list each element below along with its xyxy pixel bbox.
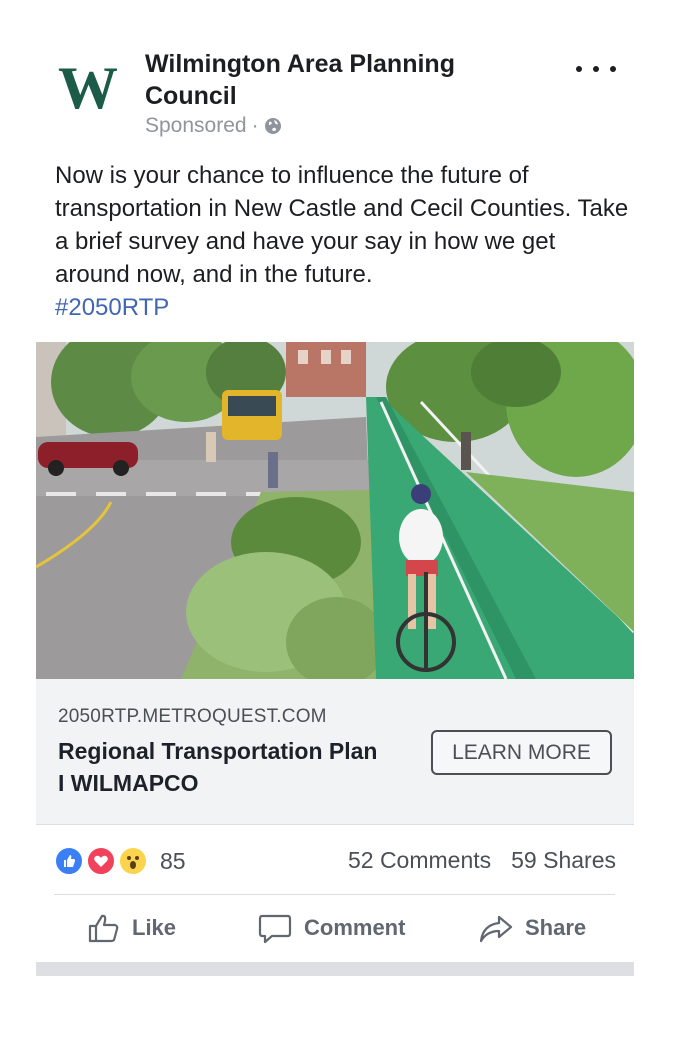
hashtag-link[interactable]: #2050RTP xyxy=(55,291,630,324)
globe-icon xyxy=(264,118,281,134)
link-title[interactable]: Regional Transportation Plan I WILMAPCO xyxy=(58,735,388,799)
share-arrow-icon xyxy=(479,915,513,943)
divider xyxy=(54,894,615,895)
like-reaction-icon xyxy=(54,846,84,876)
more-dot-icon xyxy=(593,66,599,72)
meta-separator: · xyxy=(251,114,259,137)
comment-label: Comment xyxy=(304,915,406,940)
more-dot-icon xyxy=(610,66,616,72)
comment-bubble-icon xyxy=(258,914,292,944)
post-action-bar: Like Comment Share xyxy=(36,905,634,951)
comment-button[interactable]: Comment xyxy=(258,905,405,951)
share-button[interactable]: Share xyxy=(479,905,586,951)
engagement-counts: 52 Comments 59 Shares xyxy=(348,847,616,874)
page-name-link[interactable]: Wilmington Area Planning Council xyxy=(145,48,525,112)
love-reaction-icon xyxy=(86,846,116,876)
like-label: Like xyxy=(132,915,177,940)
more-dot-icon xyxy=(576,66,582,72)
link-domain: 2050RTP.METROQUEST.COM xyxy=(58,706,327,727)
reactions-summary[interactable]: 85 xyxy=(54,845,186,877)
logo-letter: W xyxy=(58,62,118,114)
wow-reaction-icon xyxy=(118,846,148,876)
sponsored-label[interactable]: Sponsored xyxy=(145,114,247,138)
thumbs-up-icon xyxy=(88,914,119,943)
post-body: Now is your chance to influence the futu… xyxy=(55,159,630,324)
post-bottom-border xyxy=(36,962,634,976)
link-preview-card[interactable]: 2050RTP.METROQUEST.COM Regional Transpor… xyxy=(36,679,634,825)
learn-more-button[interactable]: LEARN MORE xyxy=(431,730,612,775)
page-logo[interactable]: W xyxy=(58,55,128,121)
post-image[interactable] xyxy=(36,342,634,679)
comments-count-link[interactable]: 52 Comments xyxy=(348,847,491,874)
shares-count-link[interactable]: 59 Shares xyxy=(511,847,616,874)
more-options-button[interactable] xyxy=(576,58,616,80)
post-meta: Sponsored · xyxy=(145,114,282,138)
sponsored-post: W Wilmington Area Planning Council Spons… xyxy=(0,0,679,1050)
share-label: Share xyxy=(525,915,587,940)
post-text: Now is your chance to influence the futu… xyxy=(55,162,629,288)
reaction-count: 85 xyxy=(160,847,186,874)
like-button[interactable]: Like xyxy=(88,905,176,951)
